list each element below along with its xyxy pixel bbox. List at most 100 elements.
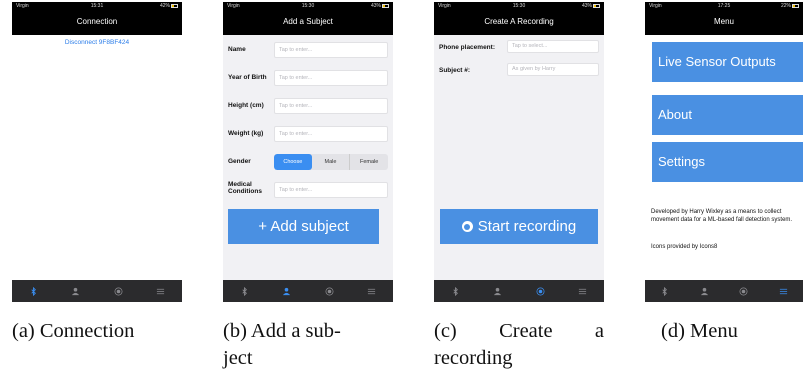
caption-line: recording xyxy=(434,347,513,369)
record-icon xyxy=(536,287,545,295)
gender-selector[interactable]: Choose Male Female xyxy=(274,154,388,170)
add-subject-screen: Virgin 15:30 43% Add a Subject Name Tap … xyxy=(223,2,393,302)
tab-subject[interactable] xyxy=(66,280,86,302)
bluetooth-icon xyxy=(662,286,668,296)
person-icon xyxy=(283,287,291,295)
status-bar: Virgin 15:31 42% xyxy=(12,2,182,11)
height-input[interactable]: Tap to enter... xyxy=(274,98,388,114)
tab-connection[interactable] xyxy=(655,280,675,302)
gender-row: Gender Choose Male Female xyxy=(228,152,388,172)
height-label: Height (cm) xyxy=(228,102,264,109)
tab-record[interactable] xyxy=(319,280,339,302)
gender-option-female[interactable]: Female xyxy=(349,154,388,170)
phone-placement-row: Phone placement: Tap to select... xyxy=(439,38,599,58)
tab-bar xyxy=(223,280,393,302)
status-bar: Virgin 15:30 43% xyxy=(223,2,393,11)
battery-icon xyxy=(792,3,799,8)
tab-subject[interactable] xyxy=(694,280,714,302)
battery-icon xyxy=(382,3,389,8)
tab-connection[interactable] xyxy=(445,280,465,302)
caption-word: (c) xyxy=(434,320,457,342)
battery-icon xyxy=(171,3,178,8)
status-time: 15:30 xyxy=(512,3,526,9)
subject-input[interactable]: As given by Harry xyxy=(507,63,599,76)
person-icon xyxy=(700,287,708,295)
battery-percent: 42% xyxy=(159,3,170,9)
start-recording-button[interactable]: Start recording xyxy=(440,209,598,244)
caption-create-recording: (c) Create a recording xyxy=(434,318,604,372)
battery-indicator: 22% xyxy=(781,2,799,11)
caption-line: (b) Add a sub- xyxy=(223,320,341,342)
year-of-birth-row: Year of Birth Tap to enter... xyxy=(228,68,388,88)
bluetooth-icon xyxy=(453,286,458,296)
phone-placement-label: Phone placement: xyxy=(439,44,495,51)
menu-screen: Virgin 17:25 22% Menu Live Sensor Output… xyxy=(645,2,803,302)
medical-label-line2: Conditions xyxy=(228,188,262,195)
height-row: Height (cm) Tap to enter... xyxy=(228,96,388,116)
icon-credit: Icons provided by Icons8 xyxy=(651,244,718,250)
battery-indicator: 43% xyxy=(371,2,389,11)
connection-screen: Virgin 15:31 42% Connection Disconnect 9… xyxy=(12,2,182,302)
menu-icon xyxy=(579,288,587,294)
tab-connection[interactable] xyxy=(23,280,43,302)
name-label: Name xyxy=(228,46,246,53)
tab-menu[interactable] xyxy=(362,280,382,302)
gender-option-male[interactable]: Male xyxy=(312,154,350,170)
name-row: Name Tap to enter... xyxy=(228,40,388,60)
create-recording-screen: Virgin 15:30 43% Create A Recording Phon… xyxy=(434,2,604,302)
weight-row: Weight (kg) Tap to enter... xyxy=(228,124,388,144)
disconnect-button[interactable]: Disconnect 9F8BF424 xyxy=(12,39,182,46)
page-title: Create A Recording xyxy=(434,11,604,35)
menu-item-live-sensor-outputs[interactable]: Live Sensor Outputs xyxy=(652,42,803,82)
battery-percent: 43% xyxy=(581,3,592,9)
tab-subject[interactable] xyxy=(277,280,297,302)
tab-record[interactable] xyxy=(734,280,754,302)
page-title: Connection xyxy=(12,11,182,35)
menu-item-settings[interactable]: Settings xyxy=(652,142,803,182)
battery-indicator: 43% xyxy=(582,2,600,11)
caption-line: (c) Create a xyxy=(434,318,604,345)
gender-label: Gender xyxy=(228,158,251,165)
status-bar: Virgin 15:30 43% xyxy=(434,2,604,11)
page-title: Add a Subject xyxy=(223,11,393,35)
caption-menu: (d) Menu xyxy=(661,320,738,342)
menu-icon xyxy=(157,288,165,294)
caption-add-subject: (b) Add a sub- ject xyxy=(223,318,413,372)
battery-icon xyxy=(593,3,600,8)
tab-subject[interactable] xyxy=(488,280,508,302)
status-time: 17:25 xyxy=(717,3,731,9)
tab-menu[interactable] xyxy=(573,280,593,302)
status-time: 15:30 xyxy=(301,3,315,9)
tab-bar xyxy=(434,280,604,302)
name-input[interactable]: Tap to enter... xyxy=(274,42,388,58)
start-recording-label: Start recording xyxy=(477,218,577,235)
year-of-birth-input[interactable]: Tap to enter... xyxy=(274,70,388,86)
record-dot-icon xyxy=(461,221,473,232)
bluetooth-icon xyxy=(242,286,247,296)
year-of-birth-label: Year of Birth xyxy=(228,74,267,81)
tab-bar xyxy=(645,280,803,302)
person-icon xyxy=(494,287,502,295)
weight-input[interactable]: Tap to enter... xyxy=(274,126,388,142)
medical-label-line1: Medical xyxy=(228,181,252,188)
caption-line: ject xyxy=(223,347,253,369)
add-subject-button[interactable]: + Add subject xyxy=(228,209,379,244)
menu-item-about[interactable]: About xyxy=(652,95,803,135)
tab-bar xyxy=(12,280,182,302)
tab-record[interactable] xyxy=(108,280,128,302)
gender-option-choose[interactable]: Choose xyxy=(274,154,312,170)
subject-label: Subject #: xyxy=(439,67,471,74)
tab-connection[interactable] xyxy=(234,280,254,302)
record-icon xyxy=(114,287,123,295)
medical-conditions-input[interactable]: Tap to enter... xyxy=(274,182,388,198)
battery-percent: 43% xyxy=(370,3,381,9)
page-title: Menu xyxy=(645,11,803,35)
status-time: 15:31 xyxy=(90,3,104,9)
tab-menu[interactable] xyxy=(773,280,793,302)
tab-record[interactable] xyxy=(530,280,550,302)
medical-conditions-row: Medical Conditions Tap to enter... xyxy=(228,180,388,200)
bluetooth-icon xyxy=(31,286,36,296)
tab-menu[interactable] xyxy=(151,280,171,302)
phone-placement-select[interactable]: Tap to select... xyxy=(507,40,599,53)
caption-connection: (a) Connection xyxy=(12,320,135,342)
